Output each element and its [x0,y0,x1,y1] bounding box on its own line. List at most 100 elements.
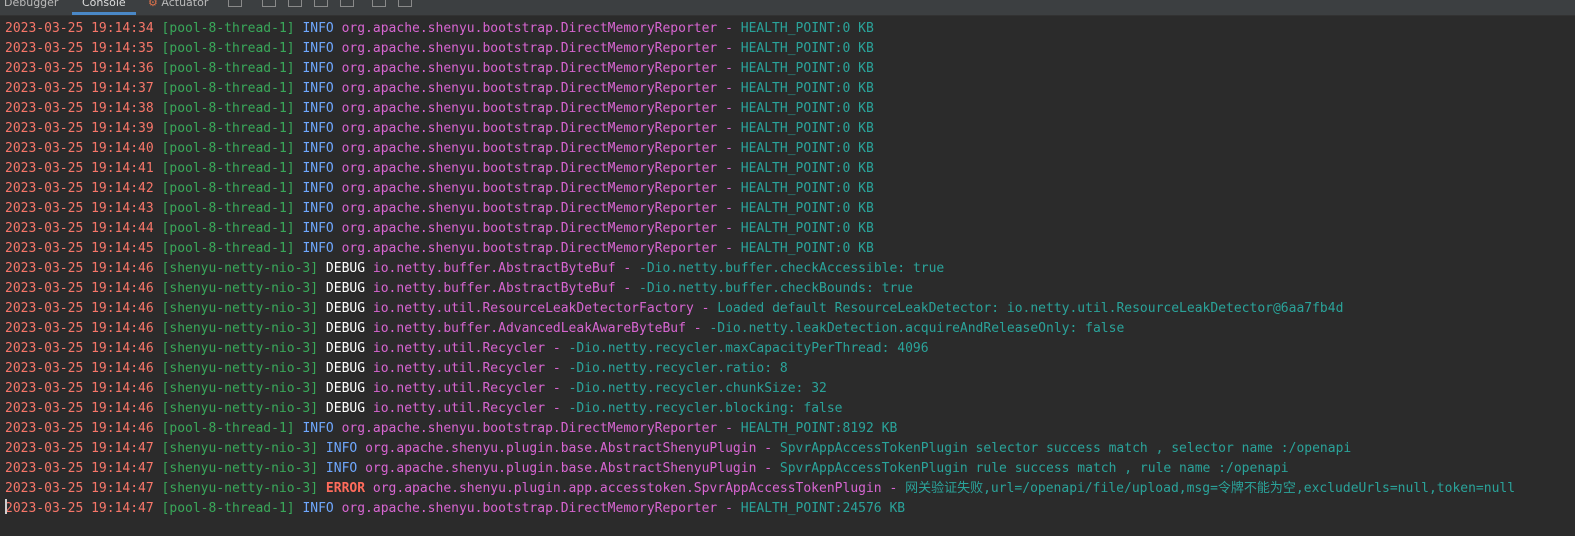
log-level: INFO [302,501,334,516]
log-message: Loaded default ResourceLeakDetector: io.… [717,301,1344,316]
log-line: 2023-03-25 19:14:47 [shenyu-netty-nio-3]… [5,439,1351,459]
log-timestamp: 2023-03-25 19:14:46 [5,361,154,376]
log-line: 2023-03-25 19:14:46 [shenyu-netty-nio-3]… [5,319,1124,339]
log-separator: - [623,281,632,296]
log-thread: [shenyu-netty-nio-3] [161,381,319,396]
log-line: 2023-03-25 19:14:44 [pool-8-thread-1] IN… [5,219,874,239]
log-separator: - [701,301,710,316]
filter-icon[interactable] [340,0,354,7]
log-separator: - [725,141,733,156]
log-message: HEALTH_POINT:0 KB [740,201,874,216]
log-line: 2023-03-25 19:14:36 [pool-8-thread-1] IN… [5,59,874,79]
log-message: HEALTH_POINT:24576 KB [740,501,906,516]
log-line: 2023-03-25 19:14:35 [pool-8-thread-1] IN… [5,39,874,59]
log-level: INFO [325,441,358,456]
log-level: INFO [302,121,334,136]
log-thread: [shenyu-netty-nio-3] [161,441,319,456]
log-message: HEALTH_POINT:0 KB [740,161,874,176]
log-line: 2023-03-25 19:14:38 [pool-8-thread-1] IN… [5,99,874,119]
log-timestamp: 2023-03-25 19:14:42 [5,181,154,196]
log-logger: io.netty.util.Recycler [372,361,546,376]
log-logger: org.apache.shenyu.bootstrap.DirectMemory… [341,81,718,96]
log-message: HEALTH_POINT:0 KB [740,41,874,56]
log-message: -Dio.netty.recycler.blocking: false [568,401,843,416]
log-timestamp: 2023-03-25 19:14:46 [5,261,154,276]
log-logger: org.apache.shenyu.bootstrap.DirectMemory… [341,61,718,76]
log-line: 2023-03-25 19:14:46 [shenyu-netty-nio-3]… [5,379,827,399]
log-timestamp: 2023-03-25 19:14:44 [5,221,154,236]
log-logger: io.netty.util.ResourceLeakDetectorFactor… [372,301,694,316]
log-thread: [shenyu-netty-nio-3] [161,261,319,276]
text-cursor [5,499,7,514]
log-line: 2023-03-25 19:14:40 [pool-8-thread-1] IN… [5,139,874,159]
log-logger: org.apache.shenyu.bootstrap.DirectMemory… [341,101,718,116]
log-level: DEBUG [325,401,366,416]
tab-debugger[interactable]: Debugger [4,0,58,15]
log-level: INFO [302,81,334,96]
log-timestamp: 2023-03-25 19:14:46 [5,321,154,336]
log-thread: [pool-8-thread-1] [161,61,295,76]
log-level: INFO [302,161,334,176]
log-separator: - [693,321,702,336]
log-thread: [shenyu-netty-nio-3] [161,341,319,356]
log-separator: - [725,161,733,176]
tab-actuator[interactable]: ⚙ Actuator [148,0,208,15]
console-output[interactable]: 2023-03-25 19:14:34 [pool-8-thread-1] IN… [0,19,1575,536]
log-level: INFO [302,201,334,216]
log-message: 网关验证失败,url=/openapi/file/upload,msg=令牌不能… [905,481,1516,496]
log-logger: org.apache.shenyu.bootstrap.DirectMemory… [341,201,718,216]
log-level: DEBUG [325,341,366,356]
log-level: DEBUG [325,261,366,276]
log-thread: [pool-8-thread-1] [161,121,295,136]
log-timestamp: 2023-03-25 19:14:34 [5,21,154,36]
log-timestamp: 2023-03-25 19:14:46 [5,281,154,296]
log-logger: org.apache.shenyu.bootstrap.DirectMemory… [341,221,718,236]
log-thread: [pool-8-thread-1] [161,21,295,36]
log-level: DEBUG [325,361,366,376]
log-thread: [shenyu-netty-nio-3] [161,401,319,416]
tab-console[interactable]: Console [72,0,136,15]
log-logger: org.apache.shenyu.plugin.base.AbstractSh… [365,441,757,456]
tab-actuator-label: Actuator [161,0,209,9]
log-separator: - [725,61,733,76]
log-timestamp: 2023-03-25 19:14:41 [5,161,154,176]
log-separator: - [725,221,733,236]
log-level: INFO [302,101,334,116]
log-thread: [pool-8-thread-1] [161,221,295,236]
log-thread: [pool-8-thread-1] [161,141,295,156]
log-line: 2023-03-25 19:14:47 [pool-8-thread-1] IN… [5,499,905,519]
log-separator: - [725,21,733,36]
log-line: 2023-03-25 19:14:41 [pool-8-thread-1] IN… [5,159,874,179]
scroll-end-icon[interactable] [314,0,328,7]
log-logger: org.apache.shenyu.bootstrap.DirectMemory… [341,181,718,196]
log-thread: [pool-8-thread-1] [161,101,295,116]
log-timestamp: 2023-03-25 19:14:46 [5,301,154,316]
clear-all-icon[interactable] [398,0,412,7]
log-logger: org.apache.shenyu.bootstrap.DirectMemory… [341,501,718,516]
log-logger: org.apache.shenyu.bootstrap.DirectMemory… [341,21,718,36]
log-line: 2023-03-25 19:14:47 [shenyu-netty-nio-3]… [5,459,1289,479]
log-timestamp: 2023-03-25 19:14:38 [5,101,154,116]
log-level: INFO [302,221,334,236]
log-thread: [pool-8-thread-1] [161,181,295,196]
log-line: 2023-03-25 19:14:45 [pool-8-thread-1] IN… [5,239,874,259]
scroll-down-icon[interactable] [288,0,302,7]
print-icon[interactable] [372,0,386,7]
log-thread: [shenyu-netty-nio-3] [161,281,319,296]
log-level: INFO [302,421,334,436]
log-logger: org.apache.shenyu.bootstrap.DirectMemory… [341,141,718,156]
log-level: INFO [302,61,334,76]
log-logger: org.apache.shenyu.bootstrap.DirectMemory… [341,421,718,436]
log-line: 2023-03-25 19:14:46 [shenyu-netty-nio-3]… [5,299,1343,319]
log-line: 2023-03-25 19:14:46 [shenyu-netty-nio-3]… [5,399,843,419]
log-level: DEBUG [325,321,366,336]
log-message: -Dio.netty.recycler.ratio: 8 [568,361,788,376]
log-message: HEALTH_POINT:0 KB [740,121,874,136]
log-timestamp: 2023-03-25 19:14:46 [5,341,154,356]
log-line: 2023-03-25 19:14:39 [pool-8-thread-1] IN… [5,119,874,139]
scroll-up-icon[interactable] [262,0,276,7]
log-thread: [shenyu-netty-nio-3] [161,361,319,376]
soft-wrap-icon[interactable] [228,0,242,7]
log-level: INFO [302,241,334,256]
log-separator: - [725,181,733,196]
